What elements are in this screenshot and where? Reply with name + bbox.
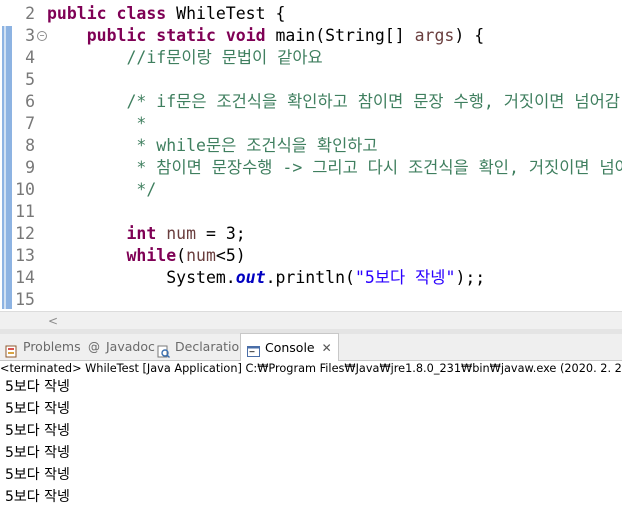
code-token-plain: = 3; (196, 224, 246, 243)
code-token-plain: ( (176, 246, 187, 265)
code-token-fld: out (235, 268, 266, 287)
fold-collapse-icon[interactable]: − (37, 31, 47, 41)
code-text: public class WhileTest { (47, 3, 285, 25)
code-token-plain: ) { (454, 26, 485, 45)
console-output-line: 5보다 작넹 (5, 445, 70, 461)
code-token-kw: int (126, 224, 167, 243)
code-text: while(num<5) (47, 245, 246, 267)
console-output-line: 5보다 작넹 (5, 379, 70, 395)
tab-javadoc-label: Javadoc (106, 339, 155, 354)
close-icon[interactable]: ✕ (322, 335, 332, 361)
code-token-cm: * 참이면 문장수행 -> 그리고 다시 조건식을 확인, 거짓이면 넘어감 (136, 158, 622, 177)
code-token-cm: /* if문은 조건식을 확인하고 참이면 문장 수행, 거짓이면 넘어감 (126, 92, 620, 111)
line-number: 4 (25, 48, 35, 67)
console-output[interactable]: 5보다 작넹 5보다 작넹 5보다 작넹 5보다 작넹 5보다 작넹 5보다 작넹 (5, 376, 70, 508)
line-number: 10 (15, 180, 35, 199)
code-token-cm: * (136, 114, 147, 133)
scroll-left-arrow-icon[interactable]: < (48, 314, 58, 328)
console-output-line: 5보다 작넹 (5, 401, 70, 417)
line-number: 7 (25, 114, 35, 133)
code-token-plain: main(String[] (275, 26, 415, 45)
console-icon (247, 341, 260, 357)
problems-icon (5, 341, 18, 357)
code-text: * 참이면 문장수행 -> 그리고 다시 조건식을 확인, 거짓이면 넘어감 (47, 157, 622, 179)
code-text: * while문은 조건식을 확인하고 (47, 135, 378, 157)
console-output-line: 5보다 작넹 (5, 423, 70, 439)
tab-declaration[interactable]: Declaration (157, 334, 247, 360)
code-editor[interactable]: 2 public class WhileTest { 3− public stati… (0, 0, 622, 311)
code-token-kw: public static void (86, 26, 276, 45)
line-number: 3 (25, 26, 35, 45)
line-number: 5 (25, 70, 35, 89)
code-token-str: "5보다 작넹" (354, 268, 456, 287)
code-token-plain: System. (47, 268, 236, 287)
console-output-line: 5보다 작넹 (5, 489, 70, 505)
line-number: 11 (15, 202, 35, 221)
code-token-kw: while (126, 246, 177, 265)
tab-problems-label: Problems (23, 339, 81, 354)
code-token-plain: .println( (265, 268, 355, 287)
code-text: System.out.println("5보다 작넹");; (47, 267, 485, 289)
code-text: //if문이랑 문법이 같아요 (47, 47, 323, 69)
code-text: int num = 3; (47, 223, 246, 245)
view-tab-bar: Problems @ Javadoc Declaration Console ✕ (0, 333, 622, 361)
line-number: 9 (25, 158, 35, 177)
line-number: 2 (25, 4, 35, 23)
code-token-cm: */ (136, 180, 157, 199)
code-token-plain: <5) (215, 246, 246, 265)
tab-declaration-label: Declaration (175, 339, 248, 354)
line-number: 13 (15, 246, 35, 265)
code-token-kw: public class (47, 4, 177, 23)
code-text: * (47, 113, 146, 135)
tab-console-label: Console (265, 339, 315, 355)
line-number: 15 (15, 290, 35, 309)
line-number: 8 (25, 136, 35, 155)
code-text: /* if문은 조건식을 확인하고 참이면 문장 수행, 거짓이면 넘어감 (47, 91, 620, 113)
code-token-cm: * while문은 조건식을 확인하고 (136, 136, 378, 155)
line-number: 6 (25, 92, 35, 111)
console-process-label: <terminated> WhileTest [Java Application… (0, 362, 622, 375)
code-token-plain: WhileTest { (176, 4, 286, 23)
line-number: 12 (15, 224, 35, 243)
code-text: */ (47, 179, 156, 201)
code-token-cm: //if문이랑 문법이 같아요 (126, 48, 323, 67)
at-icon: @ (88, 339, 100, 354)
tab-console[interactable]: Console ✕ (240, 333, 339, 361)
code-token-var: args (414, 26, 455, 45)
code-token-var: num (186, 246, 216, 265)
code-token-plain: );; (455, 268, 486, 287)
tab-problems[interactable]: Problems (5, 334, 81, 360)
horizontal-scrollbar[interactable]: < (0, 311, 622, 330)
declaration-icon (157, 341, 170, 358)
code-token-var: num (166, 224, 197, 243)
line-number: 14 (15, 268, 35, 287)
code-text: public static void main(String[] args) { (47, 25, 484, 47)
console-output-line: 5보다 작넹 (5, 467, 70, 483)
tab-javadoc[interactable]: @ Javadoc (88, 334, 155, 360)
